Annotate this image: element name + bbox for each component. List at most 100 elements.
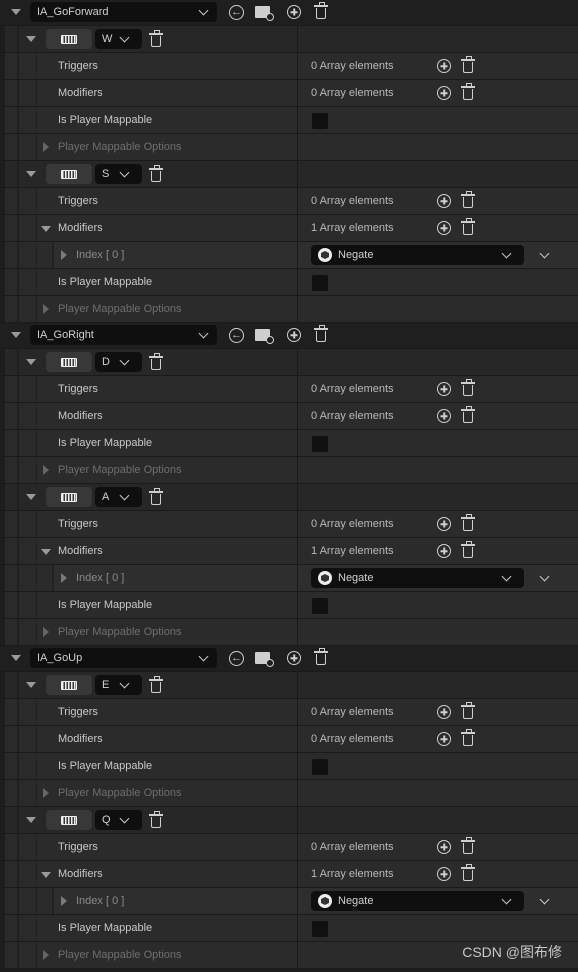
remove-mapping-icon[interactable]	[149, 30, 163, 47]
triangle-right-icon[interactable]	[43, 627, 49, 637]
column-divider[interactable]	[297, 457, 298, 483]
remove-all-icon[interactable]	[461, 379, 475, 396]
keyboard-button[interactable]	[46, 487, 92, 507]
remove-all-icon[interactable]	[461, 837, 475, 854]
column-divider[interactable]	[297, 861, 298, 887]
key-selector[interactable]: S	[95, 164, 142, 184]
triangle-down-icon[interactable]	[26, 359, 36, 365]
remove-all-icon[interactable]	[461, 729, 475, 746]
column-divider[interactable]	[297, 53, 298, 79]
add-mapping-icon[interactable]	[287, 5, 301, 19]
column-divider[interactable]	[297, 592, 298, 618]
folder-search-icon[interactable]	[255, 652, 274, 667]
column-divider[interactable]	[297, 538, 298, 564]
is-player-mappable-checkbox[interactable]	[312, 113, 328, 129]
triangle-down-icon[interactable]	[26, 36, 36, 42]
column-divider[interactable]	[297, 511, 298, 537]
add-element-icon[interactable]	[437, 221, 451, 235]
input-action-combo[interactable]: IA_GoForward	[30, 2, 217, 22]
triangle-right-icon[interactable]	[61, 896, 67, 906]
column-divider[interactable]	[297, 942, 298, 968]
remove-all-icon[interactable]	[461, 83, 475, 100]
add-element-icon[interactable]	[437, 867, 451, 881]
column-divider[interactable]	[297, 780, 298, 806]
column-divider[interactable]	[297, 565, 298, 591]
add-element-icon[interactable]	[437, 59, 451, 73]
remove-mapping-icon[interactable]	[149, 165, 163, 182]
column-divider[interactable]	[297, 834, 298, 860]
column-divider[interactable]	[297, 269, 298, 295]
column-divider[interactable]	[297, 80, 298, 106]
column-divider[interactable]	[297, 726, 298, 752]
column-divider[interactable]	[297, 672, 298, 698]
is-player-mappable-checkbox[interactable]	[312, 598, 328, 614]
remove-all-icon[interactable]	[461, 56, 475, 73]
add-element-icon[interactable]	[437, 409, 451, 423]
triangle-right-icon[interactable]	[43, 465, 49, 475]
remove-action-icon[interactable]	[314, 648, 328, 665]
key-selector[interactable]: A	[95, 487, 142, 507]
triangle-right-icon[interactable]	[43, 304, 49, 314]
triangle-right-icon[interactable]	[43, 142, 49, 152]
arrow-left-circle-icon[interactable]: ←	[229, 651, 244, 666]
key-selector[interactable]: W	[95, 29, 142, 49]
keyboard-button[interactable]	[46, 810, 92, 830]
column-divider[interactable]	[297, 807, 298, 833]
triangle-right-icon[interactable]	[43, 788, 49, 798]
keyboard-button[interactable]	[46, 29, 92, 49]
add-element-icon[interactable]	[437, 194, 451, 208]
column-divider[interactable]	[297, 403, 298, 429]
key-selector[interactable]: E	[95, 675, 142, 695]
triangle-right-icon[interactable]	[61, 573, 67, 583]
column-divider[interactable]	[297, 753, 298, 779]
is-player-mappable-checkbox[interactable]	[312, 275, 328, 291]
remove-mapping-icon[interactable]	[149, 353, 163, 370]
column-divider[interactable]	[297, 26, 298, 52]
add-element-icon[interactable]	[437, 840, 451, 854]
triangle-down-icon[interactable]	[11, 332, 21, 338]
input-action-combo[interactable]: IA_GoRight	[30, 325, 217, 345]
remove-all-icon[interactable]	[461, 191, 475, 208]
column-divider[interactable]	[297, 242, 298, 268]
folder-search-icon[interactable]	[255, 329, 274, 344]
triangle-down-icon[interactable]	[41, 226, 51, 232]
triangle-down-icon[interactable]	[11, 655, 21, 661]
remove-mapping-icon[interactable]	[149, 488, 163, 505]
arrow-left-circle-icon[interactable]: ←	[229, 5, 244, 20]
is-player-mappable-checkbox[interactable]	[312, 436, 328, 452]
remove-all-icon[interactable]	[461, 702, 475, 719]
modifier-class-combo[interactable]: Negate	[311, 245, 524, 265]
add-element-icon[interactable]	[437, 382, 451, 396]
column-divider[interactable]	[297, 188, 298, 214]
add-mapping-icon[interactable]	[287, 651, 301, 665]
remove-action-icon[interactable]	[314, 325, 328, 342]
column-divider[interactable]	[297, 376, 298, 402]
triangle-down-icon[interactable]	[41, 549, 51, 555]
triangle-down-icon[interactable]	[26, 494, 36, 500]
triangle-down-icon[interactable]	[26, 682, 36, 688]
add-element-icon[interactable]	[437, 517, 451, 531]
input-action-combo[interactable]: IA_GoUp	[30, 648, 217, 668]
column-divider[interactable]	[297, 161, 298, 187]
column-divider[interactable]	[297, 619, 298, 645]
column-divider[interactable]	[297, 915, 298, 941]
add-element-icon[interactable]	[437, 732, 451, 746]
column-divider[interactable]	[297, 107, 298, 133]
keyboard-button[interactable]	[46, 675, 92, 695]
triangle-down-icon[interactable]	[26, 817, 36, 823]
arrow-left-circle-icon[interactable]: ←	[229, 328, 244, 343]
folder-search-icon[interactable]	[255, 6, 274, 21]
column-divider[interactable]	[297, 699, 298, 725]
triangle-down-icon[interactable]	[41, 872, 51, 878]
triangle-down-icon[interactable]	[26, 171, 36, 177]
column-divider[interactable]	[297, 296, 298, 322]
modifier-class-combo[interactable]: Negate	[311, 891, 524, 911]
keyboard-button[interactable]	[46, 164, 92, 184]
keyboard-button[interactable]	[46, 352, 92, 372]
remove-all-icon[interactable]	[461, 514, 475, 531]
remove-all-icon[interactable]	[461, 864, 475, 881]
add-element-icon[interactable]	[437, 86, 451, 100]
column-divider[interactable]	[297, 215, 298, 241]
is-player-mappable-checkbox[interactable]	[312, 759, 328, 775]
column-divider[interactable]	[297, 349, 298, 375]
